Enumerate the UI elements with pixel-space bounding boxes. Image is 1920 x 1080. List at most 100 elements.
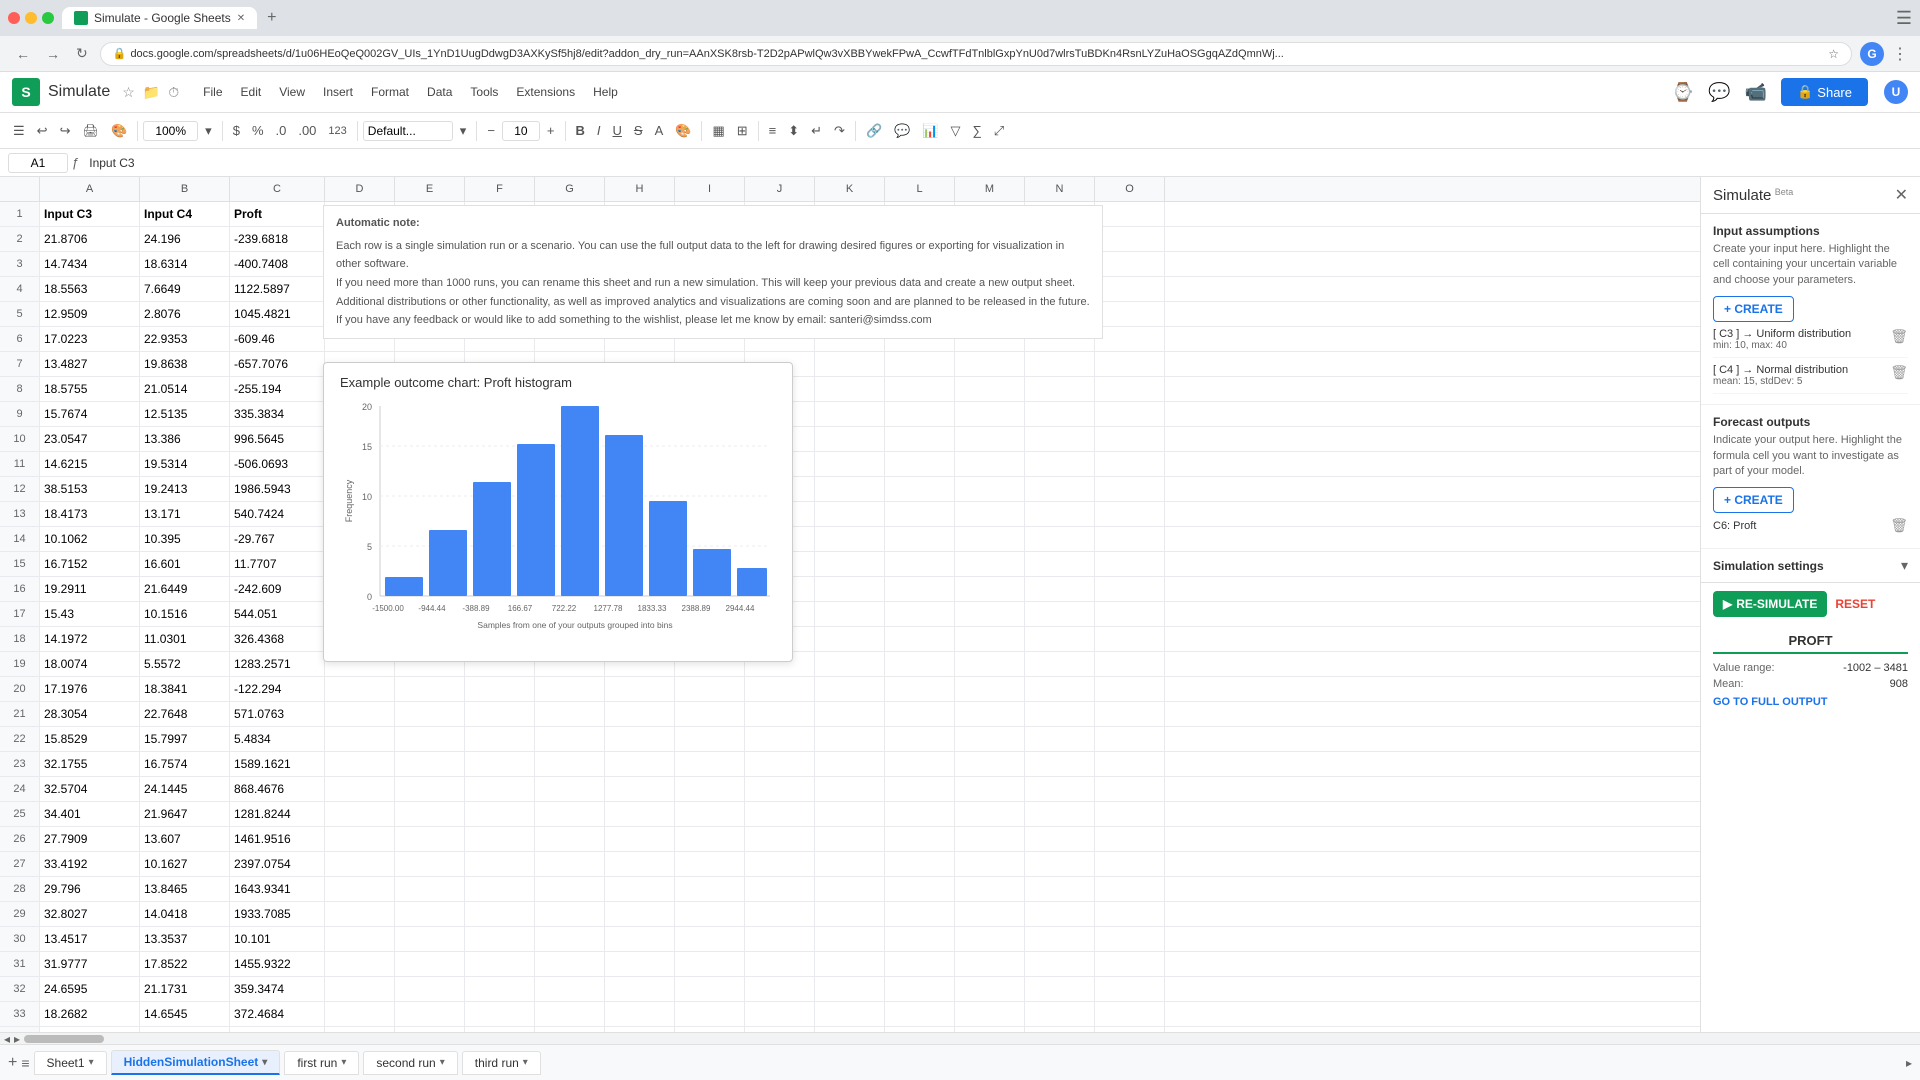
cell[interactable] (675, 1002, 745, 1026)
menu-edit[interactable]: Edit (233, 81, 270, 103)
cell[interactable]: 10.1516 (140, 602, 230, 626)
cell[interactable] (465, 877, 535, 901)
cell[interactable] (395, 777, 465, 801)
cell[interactable] (1025, 652, 1095, 676)
cell[interactable] (885, 577, 955, 601)
text-color-button[interactable]: A (650, 120, 669, 141)
cell[interactable] (885, 702, 955, 726)
cell[interactable] (885, 352, 955, 376)
cell[interactable]: 32.5704 (40, 777, 140, 801)
tab-sheet1-dropdown-icon[interactable]: ▾ (89, 1057, 94, 1068)
cell[interactable] (395, 802, 465, 826)
cell[interactable] (1025, 552, 1095, 576)
cell[interactable] (955, 777, 1025, 801)
cell[interactable] (1095, 202, 1165, 226)
redo-button[interactable]: ↪ (55, 120, 76, 142)
cell[interactable] (535, 952, 605, 976)
table-row[interactable]: 1238.515319.24131986.5943 (0, 477, 1700, 502)
font-size-inc-button[interactable]: + (542, 120, 560, 141)
comments-icon[interactable]: 💬 (1708, 82, 1730, 103)
cell[interactable] (1095, 702, 1165, 726)
cell[interactable] (955, 427, 1025, 451)
cell[interactable] (1095, 327, 1165, 351)
cell[interactable]: -609.46 (230, 327, 325, 351)
cell[interactable] (1025, 727, 1095, 751)
cell[interactable] (815, 977, 885, 1001)
cell[interactable] (745, 952, 815, 976)
cell[interactable] (605, 727, 675, 751)
format-123-button[interactable]: 123 (323, 122, 351, 140)
cell[interactable]: -122.294 (230, 677, 325, 701)
cell[interactable] (885, 652, 955, 676)
tab-second-run-dropdown-icon[interactable]: ▾ (440, 1057, 445, 1068)
tab-first-run-dropdown-icon[interactable]: ▾ (341, 1057, 346, 1068)
col-header-A[interactable]: A (40, 177, 140, 201)
cell[interactable]: 13.3537 (140, 927, 230, 951)
undo-button[interactable]: ↩ (32, 120, 53, 142)
cell[interactable] (1025, 527, 1095, 551)
cell[interactable]: 21.6449 (140, 577, 230, 601)
cell[interactable]: 15.7997 (140, 727, 230, 751)
cell[interactable] (395, 1027, 465, 1032)
cell[interactable] (815, 852, 885, 876)
cell[interactable]: -657.7076 (230, 352, 325, 376)
cell[interactable]: 19.5314 (140, 452, 230, 476)
cell[interactable]: 17.1976 (40, 677, 140, 701)
cell[interactable] (815, 352, 885, 376)
cell[interactable] (745, 1027, 815, 1032)
cell[interactable] (955, 727, 1025, 751)
cell[interactable]: 11.0301 (140, 627, 230, 651)
menu-view[interactable]: View (271, 81, 313, 103)
cell[interactable] (605, 827, 675, 851)
cell[interactable] (885, 952, 955, 976)
cell[interactable] (1095, 677, 1165, 701)
cell[interactable]: 31.9777 (40, 952, 140, 976)
cell[interactable] (465, 927, 535, 951)
rotate-button[interactable]: ↷ (829, 120, 850, 142)
cell[interactable] (1025, 1027, 1095, 1032)
underline-button[interactable]: U (608, 120, 627, 141)
cell[interactable]: 16.601 (140, 552, 230, 576)
delete-distribution-c3-icon[interactable]: 🗑 (1890, 328, 1908, 345)
font-size-dec-button[interactable]: − (482, 120, 500, 141)
browser-menu-icon[interactable]: ☰ (1896, 8, 1912, 29)
cell[interactable] (395, 852, 465, 876)
cell[interactable] (955, 602, 1025, 626)
cell[interactable] (1095, 402, 1165, 426)
cell[interactable] (815, 627, 885, 651)
reset-button[interactable]: RESET (1835, 597, 1875, 611)
table-row[interactable]: 3424.199514.0161049.6256 (0, 1027, 1700, 1032)
cell[interactable] (535, 702, 605, 726)
cell[interactable]: 21.9647 (140, 802, 230, 826)
valign-button[interactable]: ⬍ (783, 120, 804, 142)
cell[interactable] (325, 977, 395, 1001)
cell[interactable] (955, 577, 1025, 601)
comment-button[interactable]: 💬 (889, 120, 915, 142)
table-row[interactable]: 2432.570424.1445868.4676 (0, 777, 1700, 802)
col-header-J[interactable]: J (745, 177, 815, 201)
cell[interactable]: 5.4834 (230, 727, 325, 751)
cell[interactable] (885, 452, 955, 476)
cell[interactable] (605, 877, 675, 901)
cell[interactable] (605, 1027, 675, 1032)
col-header-F[interactable]: F (465, 177, 535, 201)
tab-hidden-dropdown-icon[interactable]: ▾ (262, 1057, 267, 1068)
cell[interactable]: 14.016 (140, 1027, 230, 1032)
cell[interactable] (1095, 352, 1165, 376)
cell[interactable] (1095, 227, 1165, 251)
user-avatar[interactable]: U (1884, 80, 1908, 104)
cell[interactable]: 1589.1621 (230, 752, 325, 776)
cell[interactable] (955, 827, 1025, 851)
cell[interactable] (745, 802, 815, 826)
cell[interactable] (815, 827, 885, 851)
panel-close-icon[interactable]: ✕ (1895, 185, 1908, 205)
maximize-button[interactable] (42, 12, 54, 24)
menu-format[interactable]: Format (363, 81, 417, 103)
scroll-handle[interactable] (24, 1035, 104, 1043)
cell[interactable] (395, 902, 465, 926)
cell[interactable]: 10.1062 (40, 527, 140, 551)
table-row[interactable]: 1715.4310.1516544.051 (0, 602, 1700, 627)
cell[interactable] (885, 1002, 955, 1026)
tab-second-run[interactable]: second run ▾ (363, 1051, 457, 1075)
table-row[interactable]: 1619.291121.6449-242.609 (0, 577, 1700, 602)
